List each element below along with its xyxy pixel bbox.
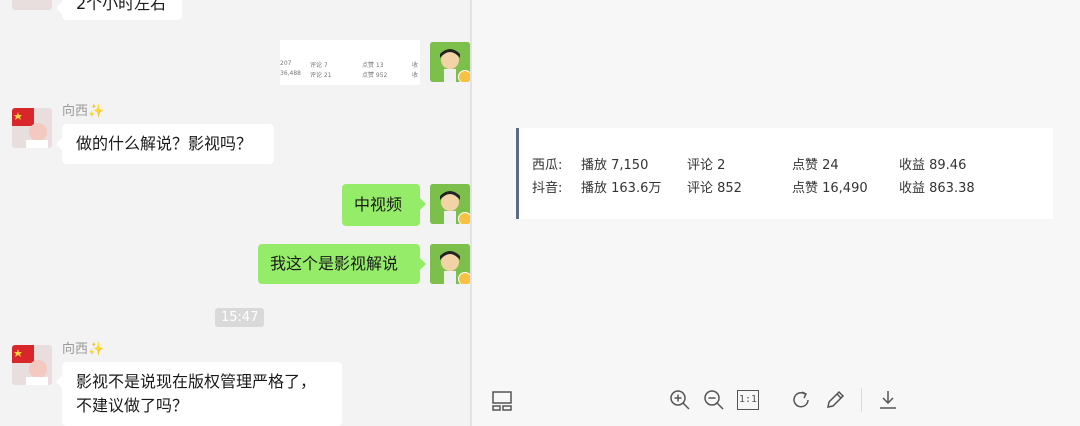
thumb-text: 207 <box>280 60 292 67</box>
avatar[interactable] <box>430 42 470 82</box>
avatar[interactable] <box>12 0 52 10</box>
verified-badge-icon <box>458 212 470 224</box>
play-count: 播放 7,150 <box>581 158 649 173</box>
message-bubble[interactable]: 中视频 <box>342 184 426 226</box>
thumb-text: 评论 21 <box>310 72 332 79</box>
message-text: 影视不是说现在版权管理严格了，不建议做了吗？ <box>76 372 317 415</box>
chat-panel: 2个小时左右 207 评论 7 点赞 13 收 36,488 评论 21 点赞 … <box>0 0 470 426</box>
avatar[interactable] <box>430 184 470 224</box>
actual-size-icon[interactable]: 1:1 <box>737 390 759 410</box>
comment-count: 评论 2 <box>687 158 726 173</box>
verified-badge-icon <box>458 272 470 284</box>
message-text: 我这个是影视解说 <box>270 254 399 273</box>
thumb-text: 点赞 952 <box>362 72 388 79</box>
thumb-text: 36,488 <box>280 70 301 77</box>
message-bubble[interactable]: 我这个是影视解说 <box>258 244 426 284</box>
message-text: 做的什么解说？影视吗？ <box>76 134 253 153</box>
message-bubble[interactable]: 做的什么解说？影视吗？ <box>56 124 274 164</box>
income-value: 收益 89.46 <box>899 158 967 173</box>
thumb-text: 点赞 13 <box>362 62 384 69</box>
message-bubble[interactable]: 影视不是说现在版权管理严格了，不建议做了吗？ <box>56 362 342 426</box>
play-count: 播放 163.6万 <box>581 181 662 196</box>
message-text: 2个小时左右 <box>76 0 167 13</box>
sender-name: 向西✨ <box>62 104 105 119</box>
avatar[interactable] <box>12 108 52 148</box>
avatar[interactable] <box>430 244 470 284</box>
thumb-text: 收 <box>412 62 419 69</box>
message-text: 中视频 <box>354 195 403 214</box>
verified-badge-icon <box>458 70 470 82</box>
download-icon[interactable] <box>877 389 899 411</box>
thumbnail-icon[interactable] <box>491 390 513 412</box>
toolbar-separator <box>861 388 862 412</box>
like-count: 点赞 24 <box>792 158 839 173</box>
avatar[interactable] <box>12 345 52 385</box>
thumb-text: 收 <box>412 72 419 79</box>
platform-label: 抖音: <box>532 181 563 196</box>
screenshot-thumbnail[interactable]: 207 评论 7 点赞 13 收 36,488 评论 21 点赞 952 收 <box>280 40 420 85</box>
actual-size-label: 1:1 <box>738 394 758 405</box>
sender-name: 向西✨ <box>62 342 105 357</box>
rotate-icon[interactable] <box>790 389 812 411</box>
like-count: 点赞 16,490 <box>792 181 868 196</box>
stats-card: 西瓜: 播放 7,150 评论 2 点赞 24 收益 89.46 抖音: 播放 … <box>516 128 1053 219</box>
platform-label: 西瓜: <box>532 158 563 173</box>
income-value: 收益 863.38 <box>899 181 975 196</box>
edit-icon[interactable] <box>824 389 846 411</box>
zoom-out-icon[interactable] <box>703 389 725 411</box>
message-bubble[interactable]: 2个小时左右 <box>56 0 182 20</box>
comment-count: 评论 852 <box>687 181 742 196</box>
thumb-text: 评论 7 <box>310 62 328 69</box>
zoom-in-icon[interactable] <box>669 389 691 411</box>
timestamp: 15:47 <box>215 308 265 327</box>
